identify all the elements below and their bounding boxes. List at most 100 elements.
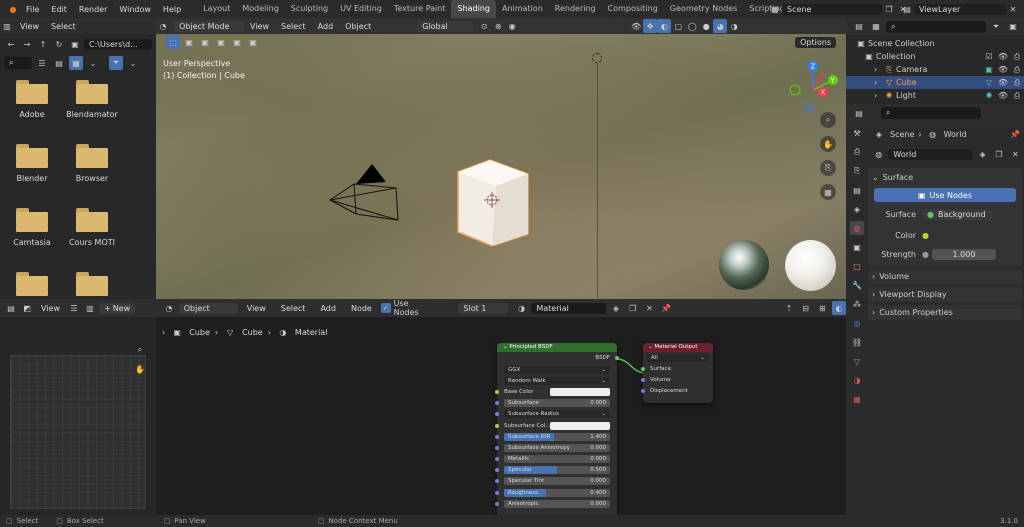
- pan-hand-icon[interactable]: ✋: [133, 362, 147, 376]
- collapsed-panel[interactable]: › Viewport Display: [868, 287, 1022, 302]
- fake-user-icon[interactable]: ◈: [976, 147, 989, 161]
- material-copy-icon[interactable]: ❐: [626, 301, 640, 315]
- input-socket[interactable]: [495, 468, 499, 473]
- output-tab-icon[interactable]: ⎘: [850, 164, 864, 178]
- world-copy-icon[interactable]: ❐: [992, 147, 1005, 161]
- pin-icon[interactable]: 📌: [1008, 127, 1022, 141]
- menu-add[interactable]: Add: [314, 304, 342, 313]
- grid-view-icon[interactable]: ▦: [820, 184, 836, 200]
- back-icon[interactable]: ←: [4, 37, 18, 51]
- tab-rendering[interactable]: Rendering: [549, 0, 602, 18]
- collapsed-panel[interactable]: › Volume: [868, 269, 1022, 284]
- material-name-field[interactable]: Material: [531, 302, 607, 314]
- tab-animation[interactable]: Animation: [496, 0, 549, 18]
- mode-invert-icon[interactable]: ▣: [230, 35, 244, 49]
- tree-item-cube[interactable]: › ▽ Cube ▽ 👁 ⎙: [846, 76, 1024, 89]
- input-dropdown[interactable]: Subsurface Radius ⌄: [504, 410, 610, 419]
- menu-view[interactable]: View: [14, 22, 45, 31]
- menu-add[interactable]: Add: [312, 22, 340, 31]
- strength-socket-icon[interactable]: ●: [922, 250, 929, 259]
- chevron-down-icon[interactable]: ⌄: [86, 56, 100, 70]
- editor-type-icon[interactable]: ◔: [162, 301, 176, 315]
- expand-icon[interactable]: ›: [874, 65, 882, 74]
- render-camera-icon[interactable]: ⎙: [1010, 63, 1024, 77]
- viewlayer-close-icon[interactable]: ✕: [1006, 2, 1020, 16]
- image-browse-icon[interactable]: ▥: [83, 301, 97, 315]
- input-socket[interactable]: [495, 457, 499, 462]
- filter-icon[interactable]: ⏷: [989, 20, 1003, 34]
- view-layer-tab-icon[interactable]: ▤: [850, 183, 864, 197]
- editor-type-icon[interactable]: ▤: [4, 301, 18, 315]
- pan-hand-icon[interactable]: ✋: [820, 136, 836, 152]
- tab-sculpting[interactable]: Sculpting: [285, 0, 334, 18]
- light-object[interactable]: [592, 53, 602, 63]
- tab-geometry-nodes[interactable]: Geometry Nodes: [664, 0, 743, 18]
- eye-icon[interactable]: 👁: [996, 76, 1010, 90]
- mode-new-icon[interactable]: ▣: [182, 35, 196, 49]
- material-tab-icon[interactable]: ◑: [850, 373, 864, 387]
- proportional-icon[interactable]: ◉: [505, 19, 519, 33]
- new-folder-icon[interactable]: ▣: [68, 37, 82, 51]
- menu-select[interactable]: Select: [275, 22, 312, 31]
- file-search-input[interactable]: ⌕: [4, 57, 32, 69]
- tab-uv-editing[interactable]: UV Editing: [334, 0, 388, 18]
- input-slider[interactable]: Anisotropic 0.000: [504, 499, 610, 508]
- scene-icon[interactable]: ▦: [768, 2, 782, 16]
- input-socket[interactable]: [495, 501, 499, 506]
- image-canvas-grid[interactable]: [10, 355, 146, 509]
- data-tab-icon[interactable]: ▽: [850, 354, 864, 368]
- menu-view[interactable]: View: [244, 22, 275, 31]
- horizontal-list-icon[interactable]: ▤: [52, 56, 66, 70]
- blender-logo-icon[interactable]: ●: [6, 2, 20, 16]
- collection-tab-icon[interactable]: ▣: [850, 240, 864, 254]
- image-mode-icon[interactable]: ◩: [20, 301, 34, 315]
- select-box-icon[interactable]: ⬚: [166, 35, 180, 49]
- fake-user-icon[interactable]: ◈: [609, 301, 623, 315]
- folder-item[interactable]: Blendamator: [57, 80, 127, 119]
- input-slider[interactable]: Metallic 0.000: [504, 455, 610, 464]
- surface-input-socket[interactable]: [641, 366, 645, 371]
- collapse-icon[interactable]: ⌄: [503, 344, 508, 350]
- physics-tab-icon[interactable]: ◎: [850, 316, 864, 330]
- world-name-field[interactable]: World: [888, 148, 973, 160]
- input-socket[interactable]: [495, 490, 499, 495]
- editor-type-icon[interactable]: ▥: [0, 19, 14, 33]
- particles-tab-icon[interactable]: ⁂: [850, 297, 864, 311]
- viewlayer-icon[interactable]: ▤: [900, 2, 914, 16]
- color-swatch[interactable]: [550, 421, 610, 430]
- tree-collection[interactable]: ▣ Collection ☑ 👁 ⎙: [846, 50, 1024, 63]
- texture-tab-icon[interactable]: ▦: [850, 392, 864, 406]
- snap-icon[interactable]: ⊕: [491, 19, 505, 33]
- tab-texture-paint[interactable]: Texture Paint: [388, 0, 452, 18]
- eye-icon[interactable]: 👁: [996, 89, 1010, 103]
- menu-render[interactable]: Render: [73, 5, 113, 14]
- material-close-icon[interactable]: ✕: [643, 301, 657, 315]
- principled-bsdf-node[interactable]: ⌄ Principled BSDF BSDF GGX ⌄ Random Walk ⌄…: [495, 343, 619, 515]
- world-browse-icon[interactable]: ◍: [872, 147, 885, 161]
- shading-material-icon[interactable]: ◕: [713, 19, 728, 33]
- folder-item[interactable]: Browser: [57, 144, 127, 183]
- display-mode-icon[interactable]: ▦: [869, 20, 883, 34]
- viewlayer-field[interactable]: ViewLayer: [914, 3, 1006, 15]
- viewport-3d[interactable]: ◔ Object Mode View Select Add Object Glo…: [156, 18, 846, 299]
- view-select[interactable]: View: [36, 302, 65, 314]
- outliner-search-input[interactable]: ⌕: [886, 20, 986, 33]
- input-socket[interactable]: [495, 412, 499, 417]
- parent-dir-icon[interactable]: ↑: [36, 37, 50, 51]
- menu-object[interactable]: Object: [339, 22, 377, 31]
- surface-panel-header[interactable]: ⌄ Surface: [868, 168, 1022, 186]
- input-slider[interactable]: Specular Tint 0.000: [504, 477, 610, 486]
- input-socket[interactable]: [495, 423, 499, 428]
- strength-field[interactable]: 1.000: [931, 248, 996, 260]
- cube-object[interactable]: [454, 158, 534, 248]
- parent-node-icon[interactable]: ⇡: [782, 301, 796, 315]
- mode-select[interactable]: Object Mode: [174, 20, 244, 32]
- scene-copy-icon[interactable]: ❐: [882, 2, 896, 16]
- shading-solid-icon[interactable]: ●: [699, 19, 713, 33]
- chevron-down-icon[interactable]: ⌄: [126, 56, 140, 70]
- surface-shader-select[interactable]: ● Background: [922, 208, 992, 220]
- modifier-tab-icon[interactable]: 🔧: [850, 278, 864, 292]
- overlay-icon[interactable]: ◐: [657, 19, 672, 33]
- bsdf-output-socket[interactable]: [615, 356, 619, 360]
- color-socket-icon[interactable]: ●: [922, 231, 929, 240]
